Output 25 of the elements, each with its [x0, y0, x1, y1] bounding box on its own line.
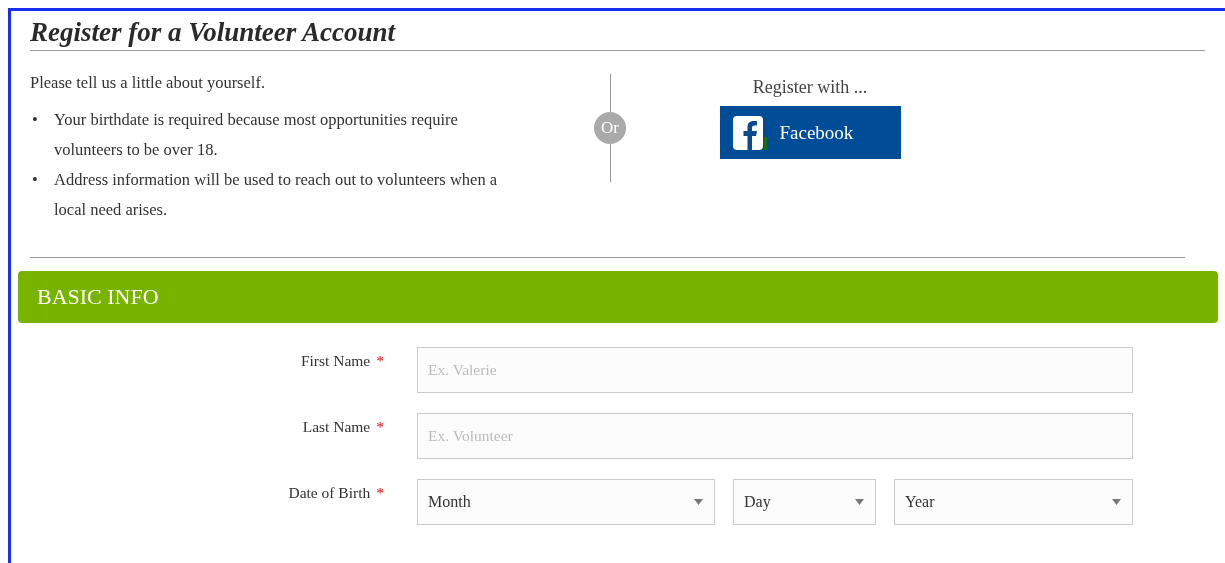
page-title: Register for a Volunteer Account — [30, 17, 1205, 51]
facebook-button[interactable]: Facebook — [719, 106, 901, 159]
bullet-item: Address information will be used to reach out to volunteers when a local need arises. — [54, 169, 499, 221]
bullet-marker: • — [31, 109, 39, 131]
dropdown[interactable]: Day — [733, 479, 876, 525]
required-mark: * — [376, 352, 384, 370]
bullet-item: Your birthdate is required because most opportunities require volunteers to be over 18. — [54, 109, 459, 161]
caret-icon — [694, 499, 703, 505]
register-with-label: Register with ... — [752, 77, 868, 98]
section-header: BASIC INFO — [18, 271, 1218, 323]
dropdown[interactable]: Month — [417, 479, 715, 525]
intro-text: Please tell us a little about yourself. — [30, 73, 267, 93]
text-field[interactable]: Ex. Volunteer — [417, 413, 1133, 459]
caret-icon — [1112, 499, 1121, 505]
dropdown[interactable]: Year — [894, 479, 1133, 525]
text-field[interactable]: Ex. Valerie — [417, 347, 1133, 393]
or-badge: Or — [594, 112, 626, 144]
caret-icon — [855, 499, 864, 505]
field-label: First Name — [300, 352, 371, 370]
field-label: Date of Birth — [288, 484, 371, 502]
field-label: Last Name — [302, 418, 371, 436]
bullet-marker: • — [31, 169, 39, 191]
facebook-icon — [731, 114, 768, 151]
required-mark: * — [376, 418, 384, 436]
required-mark: * — [376, 484, 384, 502]
